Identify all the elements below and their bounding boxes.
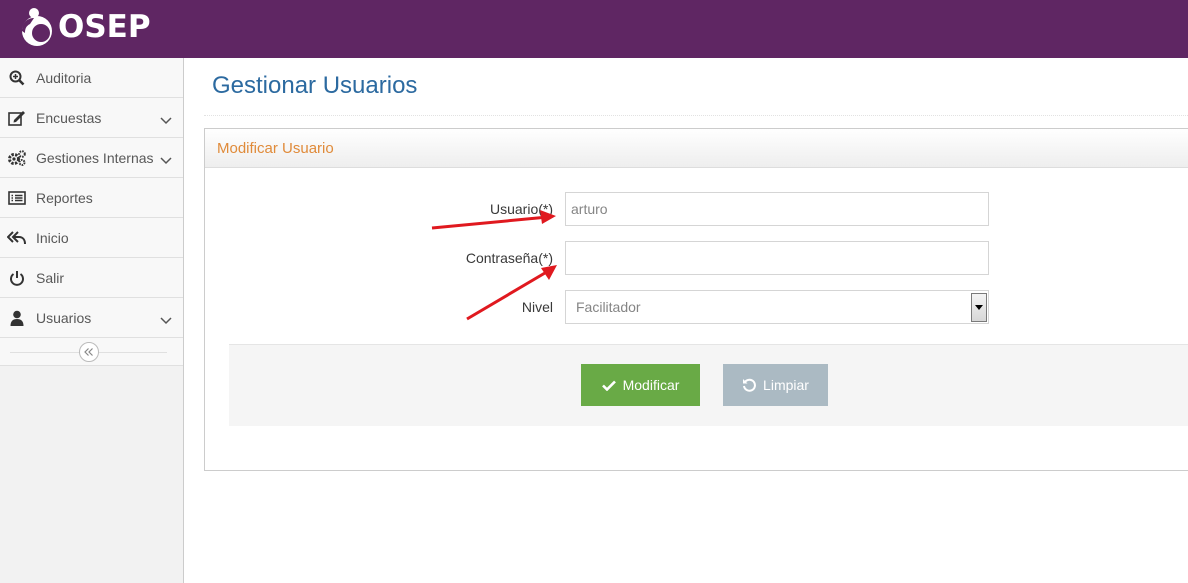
sidebar-item-gestiones-internas[interactable]: Gestiones Internas bbox=[0, 138, 183, 178]
sidebar-collapse-button[interactable] bbox=[79, 342, 99, 362]
chevron-down-icon bbox=[160, 312, 172, 330]
sidebar-item-label: Usuarios bbox=[36, 309, 92, 326]
brand-name: OSEP bbox=[58, 9, 151, 45]
limpiar-button[interactable]: Limpiar bbox=[723, 364, 828, 406]
check-icon bbox=[601, 380, 616, 391]
chevron-down-icon bbox=[160, 152, 172, 170]
sidebar-item-label: Reportes bbox=[36, 189, 93, 206]
brand-logo[interactable]: OSEP bbox=[14, 4, 151, 50]
password-input[interactable] bbox=[565, 241, 989, 275]
modificar-button[interactable]: Modificar bbox=[581, 364, 700, 406]
nivel-select[interactable]: Facilitador bbox=[565, 290, 989, 324]
modificar-button-label: Modificar bbox=[622, 377, 680, 393]
page-title: Gestionar Usuarios bbox=[212, 72, 418, 99]
osep-logo-icon bbox=[14, 4, 60, 50]
usuario-input-value: arturo bbox=[571, 201, 608, 217]
chevron-down-icon bbox=[160, 112, 172, 130]
sidebar: Auditoria Encuestas Gestiones Internas R… bbox=[0, 58, 184, 583]
form-actions bbox=[229, 344, 1188, 426]
cogs-icon bbox=[0, 138, 32, 178]
panel-header: Modificar Usuario bbox=[205, 129, 1188, 168]
undo-icon bbox=[742, 378, 756, 392]
sidebar-item-label: Encuestas bbox=[36, 109, 102, 126]
user-icon bbox=[0, 298, 32, 338]
contrasena-label: Contraseña(*) bbox=[465, 250, 553, 266]
usuario-input[interactable]: arturo bbox=[565, 192, 989, 226]
sidebar-item-reportes[interactable]: Reportes bbox=[0, 178, 183, 218]
nivel-selected-value: Facilitador bbox=[576, 299, 641, 315]
power-off-icon bbox=[0, 258, 32, 298]
usuario-label: Usuario(*) bbox=[489, 201, 553, 217]
sidebar-item-auditoria[interactable]: Auditoria bbox=[0, 58, 183, 98]
reply-all-icon bbox=[0, 218, 32, 258]
double-angle-left-icon bbox=[84, 343, 94, 361]
sidebar-item-label: Inicio bbox=[36, 229, 69, 246]
sidebar-item-usuarios[interactable]: Usuarios bbox=[0, 298, 183, 338]
sidebar-item-label: Gestiones Internas bbox=[36, 149, 154, 166]
sidebar-item-label: Salir bbox=[36, 269, 65, 286]
limpiar-button-label: Limpiar bbox=[763, 377, 809, 393]
sidebar-item-inicio[interactable]: Inicio bbox=[0, 218, 183, 258]
sidebar-item-encuestas[interactable]: Encuestas bbox=[0, 98, 183, 138]
list-alt-icon bbox=[0, 178, 32, 218]
search-plus-icon bbox=[0, 58, 32, 98]
divider bbox=[204, 115, 1188, 116]
top-navbar: OSEP bbox=[0, 0, 1188, 58]
panel-title: Modificar Usuario bbox=[217, 139, 334, 157]
sidebar-collapse-row bbox=[0, 338, 183, 366]
sidebar-item-salir[interactable]: Salir bbox=[0, 258, 183, 298]
sidebar-item-label: Auditoria bbox=[36, 69, 92, 86]
nivel-label: Nivel bbox=[521, 299, 553, 315]
dropdown-arrow-icon[interactable] bbox=[971, 293, 987, 322]
edit-icon bbox=[0, 98, 32, 138]
